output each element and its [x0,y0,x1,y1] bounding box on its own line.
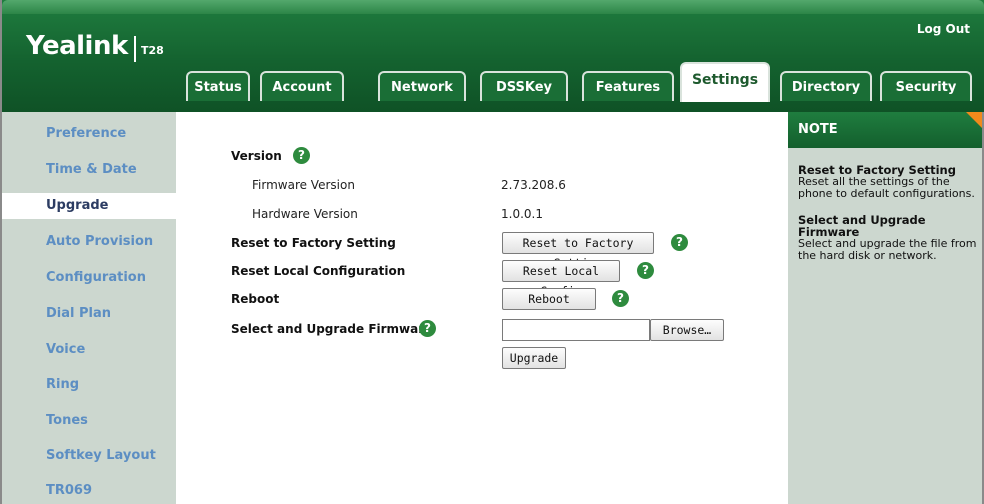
sidebar-item-configuration[interactable]: Configuration [2,265,176,291]
sidebar: Preference Time & Date Upgrade Auto Prov… [2,112,184,504]
reboot-help-icon[interactable]: ? [612,290,629,307]
note-body: Reset to Factory Setting Reset all the s… [798,164,982,262]
tab-security[interactable]: Security [880,71,972,101]
hardware-version-label: Hardware Version [252,207,358,221]
upgrade-button[interactable]: Upgrade [502,347,566,369]
reset-local-help-icon[interactable]: ? [637,262,654,279]
upgrade-firmware-label: Select and Upgrade Firmware [231,322,433,336]
sidebar-item-time-date[interactable]: Time & Date [2,157,176,183]
version-help-icon[interactable]: ? [293,147,310,164]
note-reset-factory-text-2: phone to default configurations. [798,187,975,200]
reset-local-label: Reset Local Configuration [231,264,406,278]
firmware-version-value: 2.73.208.6 [501,178,566,192]
sidebar-item-softkey-layout[interactable]: Softkey Layout [2,443,176,469]
upgrade-panel: Version ? Firmware Version 2.73.208.6 Ha… [176,112,788,504]
sidebar-item-auto-provision[interactable]: Auto Provision [2,229,176,255]
logout-link[interactable]: Log Out [917,22,970,36]
tab-dsskey[interactable]: DSSKey [480,71,568,101]
yealink-logo: Yealink [26,31,128,61]
tab-account[interactable]: Account [260,71,344,101]
sidebar-item-voice[interactable]: Voice [2,337,176,363]
tab-settings[interactable]: Settings [680,62,770,102]
firmware-file-field[interactable] [502,319,650,341]
tab-features[interactable]: Features [582,71,674,101]
note-upgrade-title: Select and Upgrade Firmware [798,213,926,239]
sidebar-item-preference[interactable]: Preference [2,121,176,147]
reboot-label: Reboot [231,292,280,306]
reset-factory-help-icon[interactable]: ? [671,234,688,251]
note-heading: NOTE [788,112,984,148]
tab-directory[interactable]: Directory [780,71,872,101]
note-panel: NOTE Reset to Factory Setting Reset all … [788,112,984,504]
sidebar-item-upgrade[interactable]: Upgrade [2,193,184,219]
tab-network[interactable]: Network [378,71,466,101]
sidebar-item-tr069[interactable]: TR069 [2,478,176,504]
note-spacer [798,200,982,214]
header-bar: Log Out Yealink T28 Status Account Netwo… [2,0,984,112]
reboot-button[interactable]: Reboot [502,288,596,310]
sidebar-item-tones[interactable]: Tones [2,408,176,434]
version-heading: Version [231,149,282,163]
reset-factory-label: Reset to Factory Setting [231,236,396,250]
logo-divider [134,36,136,62]
tab-status[interactable]: Status [186,71,250,101]
reset-factory-button[interactable]: Reset to Factory Setting [502,232,654,270]
header-highlight [2,0,984,14]
model-label: T28 [141,44,164,57]
reset-local-button[interactable]: Reset Local Config [502,260,620,298]
firmware-version-label: Firmware Version [252,178,355,192]
upgrade-firmware-help-icon[interactable]: ? [419,320,436,337]
note-upgrade-text-2: the hard disk or network. [798,249,937,262]
sidebar-item-ring[interactable]: Ring [2,372,176,398]
sidebar-item-dial-plan[interactable]: Dial Plan [2,301,176,327]
browse-button[interactable]: Browse… [650,319,724,341]
hardware-version-value: 1.0.0.1 [501,207,543,221]
